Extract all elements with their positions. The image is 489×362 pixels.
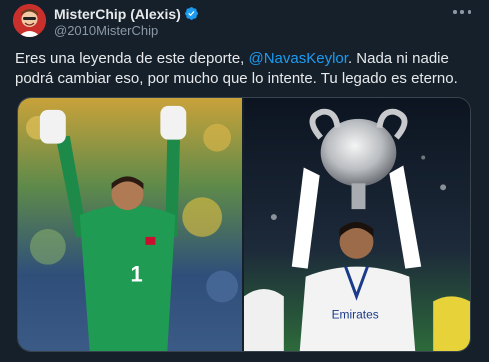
trophy-image: Emirates bbox=[244, 98, 470, 351]
goalkeeper-celebrating-photo[interactable]: 1 bbox=[18, 98, 243, 351]
tweet-text: Eres una leyenda de este deporte, @Navas… bbox=[15, 49, 477, 89]
mention-link[interactable]: @NavasKeylor bbox=[249, 50, 348, 67]
name-row: MisterChip (Alexis) bbox=[54, 5, 449, 22]
tweet-header: MisterChip (Alexis) @2010MisterChip bbox=[54, 5, 449, 39]
user-handle[interactable]: @2010MisterChip bbox=[54, 23, 449, 38]
cartoon-avatar-icon bbox=[13, 4, 46, 37]
dot bbox=[467, 10, 471, 14]
more-options-icon[interactable] bbox=[453, 7, 471, 17]
goalkeeper-image: 1 bbox=[18, 98, 243, 351]
dot bbox=[453, 10, 457, 14]
svg-text:Emirates: Emirates bbox=[332, 307, 379, 321]
avatar[interactable] bbox=[13, 4, 46, 37]
svg-text:1: 1 bbox=[131, 262, 143, 287]
champions-trophy-photo[interactable]: Emirates bbox=[244, 98, 470, 351]
media-grid: 1 Emirates bbox=[17, 97, 471, 352]
tweet-text-start: Eres una leyenda de este deporte, bbox=[15, 50, 249, 67]
tweet: MisterChip (Alexis) @2010MisterChip Eres… bbox=[0, 0, 489, 362]
display-name[interactable]: MisterChip (Alexis) bbox=[54, 6, 181, 22]
verified-badge-icon bbox=[184, 7, 198, 20]
dot bbox=[460, 10, 464, 14]
